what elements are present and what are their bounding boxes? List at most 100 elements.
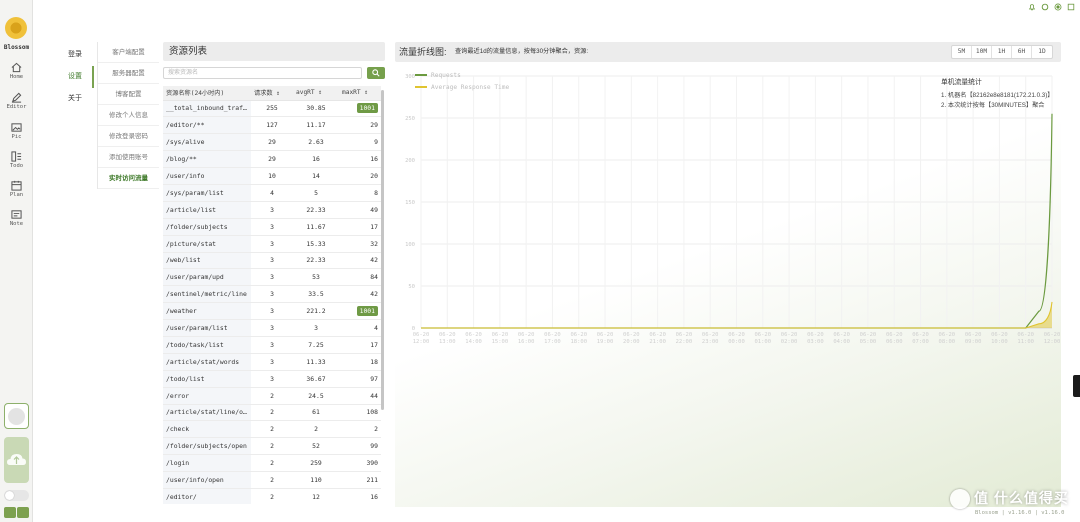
- cell-text: /picture/stat: [166, 239, 217, 248]
- subnav-edit-profile[interactable]: 修改个人信息: [98, 105, 159, 126]
- table-row[interactable]: __total_inbound_traffic__ 255 30.85 1001: [163, 100, 381, 118]
- sort-icon[interactable]: ⇕: [318, 89, 322, 96]
- x-tick-label: 00:00: [728, 339, 745, 345]
- machine-stats-title: 单机流量统计: [941, 79, 982, 86]
- table-row[interactable]: /folder/subjects/open 2 52 99: [163, 437, 381, 456]
- record-icon[interactable]: [1054, 3, 1062, 11]
- cell-maxrt: 211: [339, 471, 381, 489]
- cell-text: 7.25: [308, 340, 324, 349]
- table-row[interactable]: /article/stat/words 3 11.33 18: [163, 353, 381, 371]
- cell-maxrt: 2: [339, 420, 381, 439]
- resource-search-input[interactable]: [163, 67, 362, 79]
- col-header-avgrt[interactable]: avgRT ⇕: [293, 86, 339, 101]
- range-button-1d[interactable]: 1D: [1032, 46, 1052, 58]
- range-button-1h[interactable]: 1H: [992, 46, 1012, 58]
- logout-shortcut-button[interactable]: [17, 507, 29, 518]
- table-row[interactable]: /error 2 24.5 44: [163, 387, 381, 405]
- subnav-change-password[interactable]: 修改登录密码: [98, 126, 159, 147]
- cell-avgrt: 2: [293, 420, 339, 439]
- table-row[interactable]: /user/info/open 2 110 211: [163, 471, 381, 489]
- table-row[interactable]: /login 2 259 390: [163, 454, 381, 473]
- table-row[interactable]: /editor/2 12 16: [163, 488, 381, 504]
- nav-about[interactable]: 关于: [62, 88, 94, 110]
- table-row[interactable]: /user/param/upd 3 53 84: [163, 268, 381, 287]
- legend-label[interactable]: Requests: [431, 72, 461, 79]
- cell-text: 110: [310, 476, 322, 485]
- sort-icon[interactable]: ⇕: [276, 90, 280, 97]
- table-row[interactable]: /todo/task/list 3 7.25 17: [163, 336, 381, 354]
- subnav-live-traffic[interactable]: 实时访问流量: [98, 168, 159, 189]
- rail-item-plan[interactable]: Plan: [0, 180, 33, 208]
- upload-button[interactable]: [4, 437, 29, 483]
- cell-resource: /user/info: [163, 167, 251, 185]
- cell-text: 22.33: [306, 256, 326, 265]
- avatar[interactable]: [4, 403, 29, 429]
- cell-text: 5: [314, 188, 318, 197]
- table-row[interactable]: /picture/stat 3 15.33 32: [163, 235, 381, 253]
- machine-stats: 单机流量统计 1. 机器名【82162e8e8181(172.21.0.3)】 …: [941, 78, 1061, 111]
- theme-toggle[interactable]: [4, 490, 29, 501]
- cell-requests: 29: [251, 133, 293, 152]
- rail-item-pic[interactable]: Pic: [0, 122, 33, 150]
- cell-text: 127: [266, 121, 278, 130]
- subnav-add-account[interactable]: 添加使用账号: [98, 147, 159, 168]
- table-row[interactable]: /editor/** 127 11.17 29: [163, 116, 381, 135]
- resource-table-wrap[interactable]: 资源名称(24小时内) 请求数 ⇕ avgRT ⇕ maxRT ⇕ __tota…: [163, 86, 385, 504]
- cell-resource: /todo/list: [163, 370, 251, 388]
- cell-maxrt: 18: [339, 353, 381, 371]
- cell-requests: 255: [251, 100, 293, 118]
- resource-scrollbar-thumb[interactable]: [381, 90, 384, 410]
- bell-icon[interactable]: [1028, 3, 1036, 11]
- table-row[interactable]: /blog/** 29 16 16: [163, 150, 381, 169]
- cell-requests: 2: [251, 404, 293, 422]
- table-row[interactable]: /sys/param/list 4 5 8: [163, 184, 381, 202]
- x-tick-label: 14:00: [465, 339, 482, 345]
- table-row[interactable]: /user/info 10 14 20: [163, 167, 381, 185]
- legend-label[interactable]: Average Response Time: [431, 84, 510, 91]
- table-row[interactable]: /check 2 2 2: [163, 420, 381, 439]
- sort-icon[interactable]: ⇕: [364, 89, 368, 96]
- cell-avgrt: 11.67: [293, 218, 339, 236]
- col-header-resource[interactable]: 资源名称(24小时内): [163, 86, 251, 101]
- range-button-6h[interactable]: 6H: [1012, 46, 1032, 58]
- rail-item-todo[interactable]: Todo: [0, 151, 33, 179]
- table-row[interactable]: /todo/list 3 36.67 97: [163, 370, 381, 388]
- cell-text: 3: [270, 290, 274, 299]
- x-tick-label: 13:00: [439, 339, 456, 345]
- cell-requests: 3: [251, 201, 293, 219]
- cell-text: 2: [374, 425, 378, 434]
- flow-title: 流量折线图:: [399, 47, 447, 57]
- settings-shortcut-button[interactable]: [4, 507, 16, 518]
- subnav-server-config[interactable]: 服务器配置: [98, 63, 159, 84]
- table-row[interactable]: /article/stat/line/o... 2 61 108: [163, 404, 381, 422]
- plugin-icon[interactable]: [1041, 3, 1049, 11]
- col-header-maxrt[interactable]: maxRT ⇕: [339, 86, 381, 101]
- table-row[interactable]: /article/list 3 22.33 49: [163, 201, 381, 219]
- table-row[interactable]: /folder/subjects 3 11.67 17: [163, 218, 381, 236]
- table-row[interactable]: /web/list 3 22.33 42: [163, 252, 381, 270]
- range-button-10m[interactable]: 10M: [972, 46, 992, 58]
- cell-resource: __total_inbound_traffic__: [163, 100, 251, 118]
- cell-text: 99: [370, 442, 378, 451]
- search-button[interactable]: [367, 67, 385, 79]
- resource-table-header: 资源名称(24小时内) 请求数 ⇕ avgRT ⇕ maxRT ⇕: [163, 86, 381, 101]
- range-button-5m[interactable]: 5M: [952, 46, 972, 58]
- nav-login[interactable]: 登录: [62, 44, 94, 66]
- cell-maxrt: 97: [339, 370, 381, 388]
- cell-requests: 2: [251, 437, 293, 456]
- table-row[interactable]: /sys/alive 29 2.63 9: [163, 133, 381, 152]
- table-row[interactable]: /weather 3 221.2 1001: [163, 302, 381, 321]
- traffic-line-chart[interactable]: 05010015020025030006-2012:0006-2013:0006…: [395, 62, 1061, 507]
- subnav-blog-config[interactable]: 博客配置: [98, 84, 159, 105]
- col-header-requests[interactable]: 请求数 ⇕: [251, 86, 293, 101]
- rail-item-home[interactable]: Home: [0, 62, 33, 90]
- table-row[interactable]: /user/param/list 3 3 4: [163, 319, 381, 337]
- table-row[interactable]: /sentinel/metric/line 3 33.5 42: [163, 285, 381, 304]
- rail-item-note[interactable]: Note: [0, 209, 33, 237]
- rail-item-editor[interactable]: Editor: [0, 92, 33, 120]
- resource-scrollbar[interactable]: [381, 86, 385, 504]
- nav-settings[interactable]: 设置: [62, 66, 94, 88]
- window-icon[interactable]: [1067, 3, 1075, 11]
- subnav-client-config[interactable]: 客户端配置: [98, 42, 159, 63]
- side-drawer-tab[interactable]: [1073, 375, 1080, 397]
